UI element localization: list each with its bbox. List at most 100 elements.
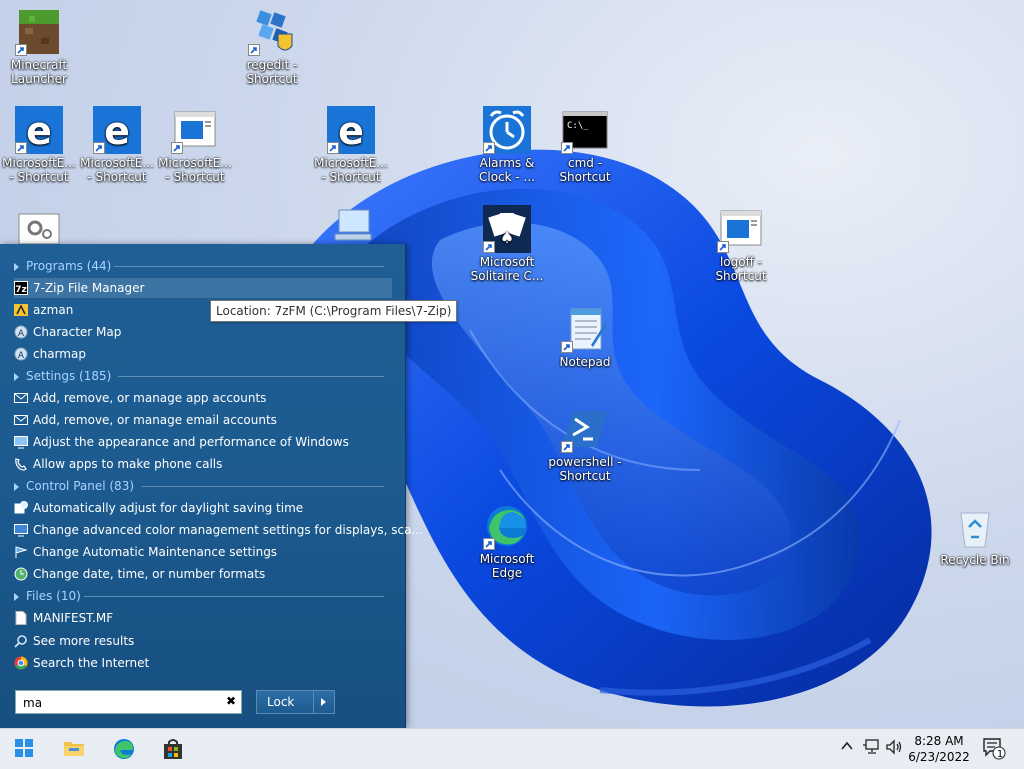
desktop-icon-minecraft-launcher[interactable]: Minecraft Launcher [0,8,78,86]
shortcut-arrow-icon [561,341,573,353]
icon-label-line2: Solitaire C... [470,269,544,283]
taskbar-file-explorer[interactable] [51,729,95,769]
taskbar-clock[interactable]: 8:28 AM 6/23/2022 [904,733,974,765]
section-divider [84,596,384,597]
desktop-icon-powershell[interactable]: powershell - Shortcut [546,405,624,483]
section-header-settings[interactable]: Settings (185) [14,366,384,386]
result-label: 7-Zip File Manager [33,281,145,295]
minecraft-icon [15,8,63,56]
envelope-icon [14,413,28,427]
desktop-icon-microsoftedge-shortcut-1[interactable]: e MicrosoftE... - Shortcut [0,106,78,184]
desktop-icon-cmd[interactable]: C:\_ cmd - Shortcut [546,106,624,184]
expand-arrow-icon [14,262,19,271]
result-label: Add, remove, or manage email accounts [33,413,277,427]
result-item-app-accounts[interactable]: Add, remove, or manage app accounts [14,388,266,408]
monitor-icon [14,523,28,537]
icon-label-line1: powershell - [548,455,622,469]
file-icon [14,610,28,625]
display-icon [14,435,28,449]
globe-clock-icon [14,567,28,581]
section-header-programs[interactable]: Programs (44) [14,256,384,276]
icon-label-line2: Clock - ... [478,170,535,184]
ie-edge-icon: e [93,106,141,154]
solitaire-cards-icon: ♠ [483,205,531,253]
desktop-icon-microsoft-solitaire[interactable]: ♠ Microsoft Solitaire C... [468,205,546,283]
result-item-automatic-maintenance[interactable]: Change Automatic Maintenance settings [14,542,277,562]
clock-date: 6/23/2022 [908,750,970,764]
show-hidden-icons-chevron-up-icon[interactable] [840,739,854,756]
expand-arrow-icon [14,372,19,381]
icon-label-line1: MicrosoftE... [158,156,232,170]
7zip-icon: 7z [14,280,28,295]
desktop-icon-alarms-clock[interactable]: Alarms & Clock - ... [468,106,546,184]
result-label: azman [33,303,74,317]
icon-label-line2: Shortcut [559,469,611,483]
desktop-icon-regedit[interactable]: regedit - Shortcut [233,8,311,86]
icon-label-line1: regedit - [246,58,298,72]
section-header-files[interactable]: Files (10) [14,586,384,606]
svg-text:7z: 7z [15,285,27,295]
icon-label-line2: Shortcut [246,72,298,86]
icon-label-line1: MicrosoftE... [80,156,154,170]
section-title: Control Panel (83) [26,479,135,493]
result-item-azman[interactable]: azman [14,300,73,320]
shortcut-arrow-icon [171,142,183,154]
network-icon[interactable] [862,739,880,758]
desktop-icon-microsoft-edge[interactable]: Microsoft Edge [468,502,546,580]
result-label: Change Automatic Maintenance settings [33,545,278,559]
chrome-icon [14,656,28,670]
lock-label: Lock [267,695,295,709]
search-input[interactable] [21,694,220,712]
calendar-clock-icon [14,500,28,515]
ie-edge-icon: e [327,106,375,154]
power-options-arrow-icon[interactable] [321,698,326,706]
taskbar-store[interactable] [150,729,194,769]
shortcut-arrow-icon [327,142,339,154]
window-app-icon [717,205,765,253]
result-item-daylight-saving[interactable]: Automatically adjust for daylight saving… [14,498,303,518]
icon-label-line1: Microsoft [479,255,535,269]
desktop-icon-recycle-bin[interactable]: Recycle Bin [936,503,1014,567]
azman-icon [14,303,28,317]
result-item-color-management[interactable]: Change advanced color management setting… [14,520,423,540]
alarm-clock-icon [483,106,531,154]
shortcut-arrow-icon [717,241,729,253]
desktop-icon-microsoftedge-shortcut-4[interactable]: e MicrosoftE... - Shortcut [312,106,390,184]
taskbar: 8:28 AM 6/23/2022 1 [0,728,1024,769]
result-item-email-accounts[interactable]: Add, remove, or manage email accounts [14,410,277,430]
character-map-icon: A [14,347,28,361]
lock-button[interactable]: Lock [256,690,335,714]
desktop-icon-microsoftedge-shortcut-2[interactable]: e MicrosoftE... - Shortcut [78,106,156,184]
result-item-7zip[interactable]: 7z 7-Zip File Manager [14,278,392,298]
result-item-character-map[interactable]: A Character Map [14,322,121,342]
shortcut-arrow-icon [483,142,495,154]
start-search-box[interactable]: ✖ [15,690,242,714]
start-button[interactable] [2,729,46,769]
result-item-phone-calls[interactable]: Allow apps to make phone calls [14,454,222,474]
volume-icon[interactable] [886,739,904,758]
result-item-date-time-formats[interactable]: Change date, time, or number formats [14,564,265,584]
result-label: Change advanced color management setting… [33,523,423,537]
taskbar-edge[interactable] [101,729,145,769]
section-header-control-panel[interactable]: Control Panel (83) [14,476,384,496]
search-internet-link[interactable]: Search the Internet [14,653,149,673]
result-label: Change date, time, or number formats [33,567,266,581]
result-label: Automatically adjust for daylight saving… [33,501,304,515]
location-tooltip: Location: 7zFM (C:\Program Files\7-Zip) [210,300,458,322]
windows-logo-icon [15,739,33,757]
clear-search-icon[interactable]: ✖ [226,694,236,708]
see-more-label: See more results [33,634,135,648]
clock-time: 8:28 AM [914,734,964,748]
section-title: Programs (44) [26,259,112,273]
result-item-charmap[interactable]: Acharmap [14,344,86,364]
shortcut-arrow-icon [15,142,27,154]
desktop-icon-notepad[interactable]: Notepad [546,305,624,369]
svg-text:A: A [18,351,25,361]
shortcut-arrow-icon [483,241,495,253]
see-more-results-link[interactable]: See more results [14,631,134,651]
result-item-manifest[interactable]: MANIFEST.MF [14,608,113,628]
result-item-appearance-performance[interactable]: Adjust the appearance and performance of… [14,432,349,452]
icon-label-line1: MicrosoftE... [314,156,388,170]
desktop-icon-logoff[interactable]: logoff - Shortcut [702,205,780,283]
desktop-icon-microsoftedge-shortcut-3[interactable]: MicrosoftE... - Shortcut [156,106,234,184]
